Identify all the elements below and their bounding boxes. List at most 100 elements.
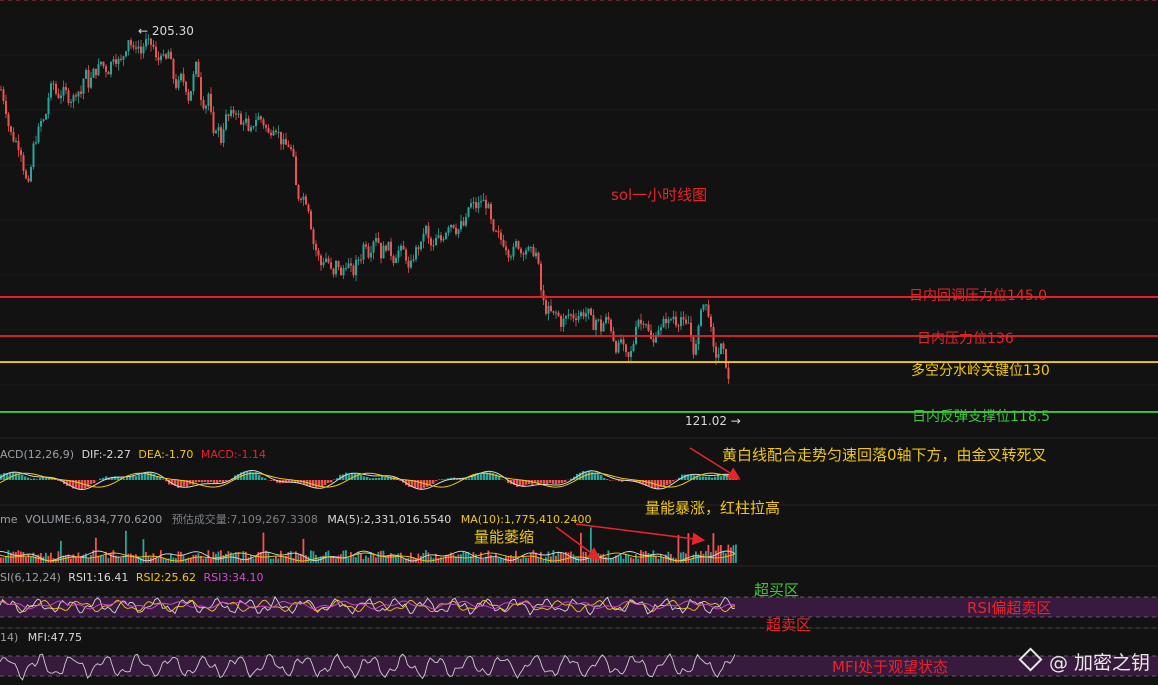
candle-body bbox=[265, 125, 267, 128]
macd-bar bbox=[153, 473, 156, 480]
candle-body bbox=[562, 318, 565, 327]
volume-bar bbox=[605, 556, 607, 563]
candle-body bbox=[70, 101, 72, 103]
macd-value: MACD:-1.14 bbox=[200, 448, 266, 461]
volume-bar bbox=[345, 550, 347, 563]
volume-bar bbox=[170, 553, 172, 563]
macd-bar bbox=[270, 480, 273, 481]
candle-body bbox=[552, 311, 555, 313]
macd-bar bbox=[327, 480, 330, 483]
candle-body bbox=[577, 315, 580, 320]
macd-bar bbox=[219, 480, 222, 482]
volume-bar bbox=[352, 556, 355, 563]
candle-body bbox=[290, 146, 292, 150]
candle-body bbox=[495, 230, 497, 232]
candle-body bbox=[145, 39, 147, 47]
macd-bar bbox=[261, 477, 264, 480]
candle-body bbox=[325, 258, 327, 263]
candle-body bbox=[420, 241, 422, 250]
volume-bar bbox=[627, 554, 630, 563]
macd-bar bbox=[162, 479, 165, 480]
candle-body bbox=[702, 304, 705, 310]
candle-body bbox=[130, 40, 132, 46]
candle-body bbox=[422, 233, 425, 242]
volume-bar bbox=[630, 557, 632, 563]
candle-body bbox=[235, 113, 237, 115]
volume-bar bbox=[460, 554, 462, 563]
volume-bar bbox=[457, 554, 460, 563]
candle-body bbox=[337, 260, 340, 268]
candle-body bbox=[685, 319, 687, 324]
volume-bar bbox=[392, 554, 395, 563]
candle-body bbox=[365, 244, 367, 247]
volume-bar bbox=[655, 556, 657, 563]
candle-body bbox=[210, 93, 212, 112]
candle-body bbox=[510, 256, 512, 258]
candle-body bbox=[695, 344, 697, 355]
candle-body bbox=[377, 238, 380, 243]
macd-bar bbox=[351, 472, 354, 480]
macd-bar bbox=[324, 480, 327, 485]
candle-body bbox=[20, 150, 22, 156]
macd-bar bbox=[699, 476, 702, 480]
candle-body bbox=[87, 69, 90, 88]
candle-body bbox=[580, 312, 582, 316]
candle-body bbox=[340, 267, 342, 276]
candle-body bbox=[302, 196, 305, 200]
volume-bar bbox=[205, 558, 207, 563]
candle-body bbox=[565, 315, 567, 319]
volume-bar bbox=[530, 553, 532, 563]
candle-body bbox=[527, 247, 530, 251]
candle-body bbox=[222, 129, 225, 143]
macd-bar bbox=[195, 480, 198, 483]
candle-body bbox=[10, 126, 12, 133]
candle-body bbox=[672, 316, 675, 320]
macd-bar bbox=[99, 478, 102, 480]
candle-body bbox=[485, 199, 487, 209]
candle-body bbox=[670, 319, 672, 321]
candle-body bbox=[535, 252, 537, 257]
volume-bar bbox=[255, 555, 257, 563]
candle-body bbox=[215, 130, 217, 134]
candle-body bbox=[615, 341, 617, 353]
macd-bar bbox=[609, 480, 612, 481]
candle-body bbox=[322, 262, 325, 266]
candle-body bbox=[212, 111, 215, 134]
macd-bar bbox=[555, 480, 558, 485]
volume-bar bbox=[437, 557, 440, 563]
candle-body bbox=[655, 336, 657, 343]
candle-body bbox=[582, 312, 585, 317]
macd-bar bbox=[441, 479, 444, 480]
candle-body bbox=[607, 316, 610, 320]
candle-body bbox=[605, 316, 607, 324]
volume-bar bbox=[365, 555, 367, 563]
candle-body bbox=[75, 95, 77, 97]
volume-bar bbox=[522, 556, 525, 563]
candle-body bbox=[460, 221, 462, 230]
candle-body bbox=[22, 155, 25, 171]
candle-body bbox=[110, 61, 112, 75]
volume-bar bbox=[575, 557, 577, 563]
volume-surge-annotation: 量能暴涨，红柱拉高 bbox=[645, 499, 781, 517]
candle-body bbox=[230, 110, 232, 117]
macd-bar bbox=[27, 477, 30, 480]
volume-bar bbox=[102, 555, 105, 563]
volume-bar bbox=[47, 555, 50, 563]
volume-bar bbox=[620, 555, 622, 563]
candle-body bbox=[5, 100, 7, 115]
candle-body bbox=[0, 89, 2, 91]
candle-body bbox=[327, 258, 330, 263]
candle-body bbox=[120, 58, 122, 60]
candle-body bbox=[25, 170, 27, 179]
candle-body bbox=[442, 238, 445, 241]
candle-body bbox=[47, 97, 50, 115]
candle-body bbox=[472, 202, 475, 204]
macd-bar bbox=[135, 476, 138, 480]
volume-bar bbox=[510, 555, 512, 563]
volume-bar bbox=[310, 550, 312, 563]
candle-body bbox=[72, 95, 75, 102]
candle-body bbox=[557, 312, 560, 316]
candle-body bbox=[700, 309, 702, 326]
volume-bar bbox=[635, 554, 637, 563]
candle-body bbox=[592, 314, 595, 330]
